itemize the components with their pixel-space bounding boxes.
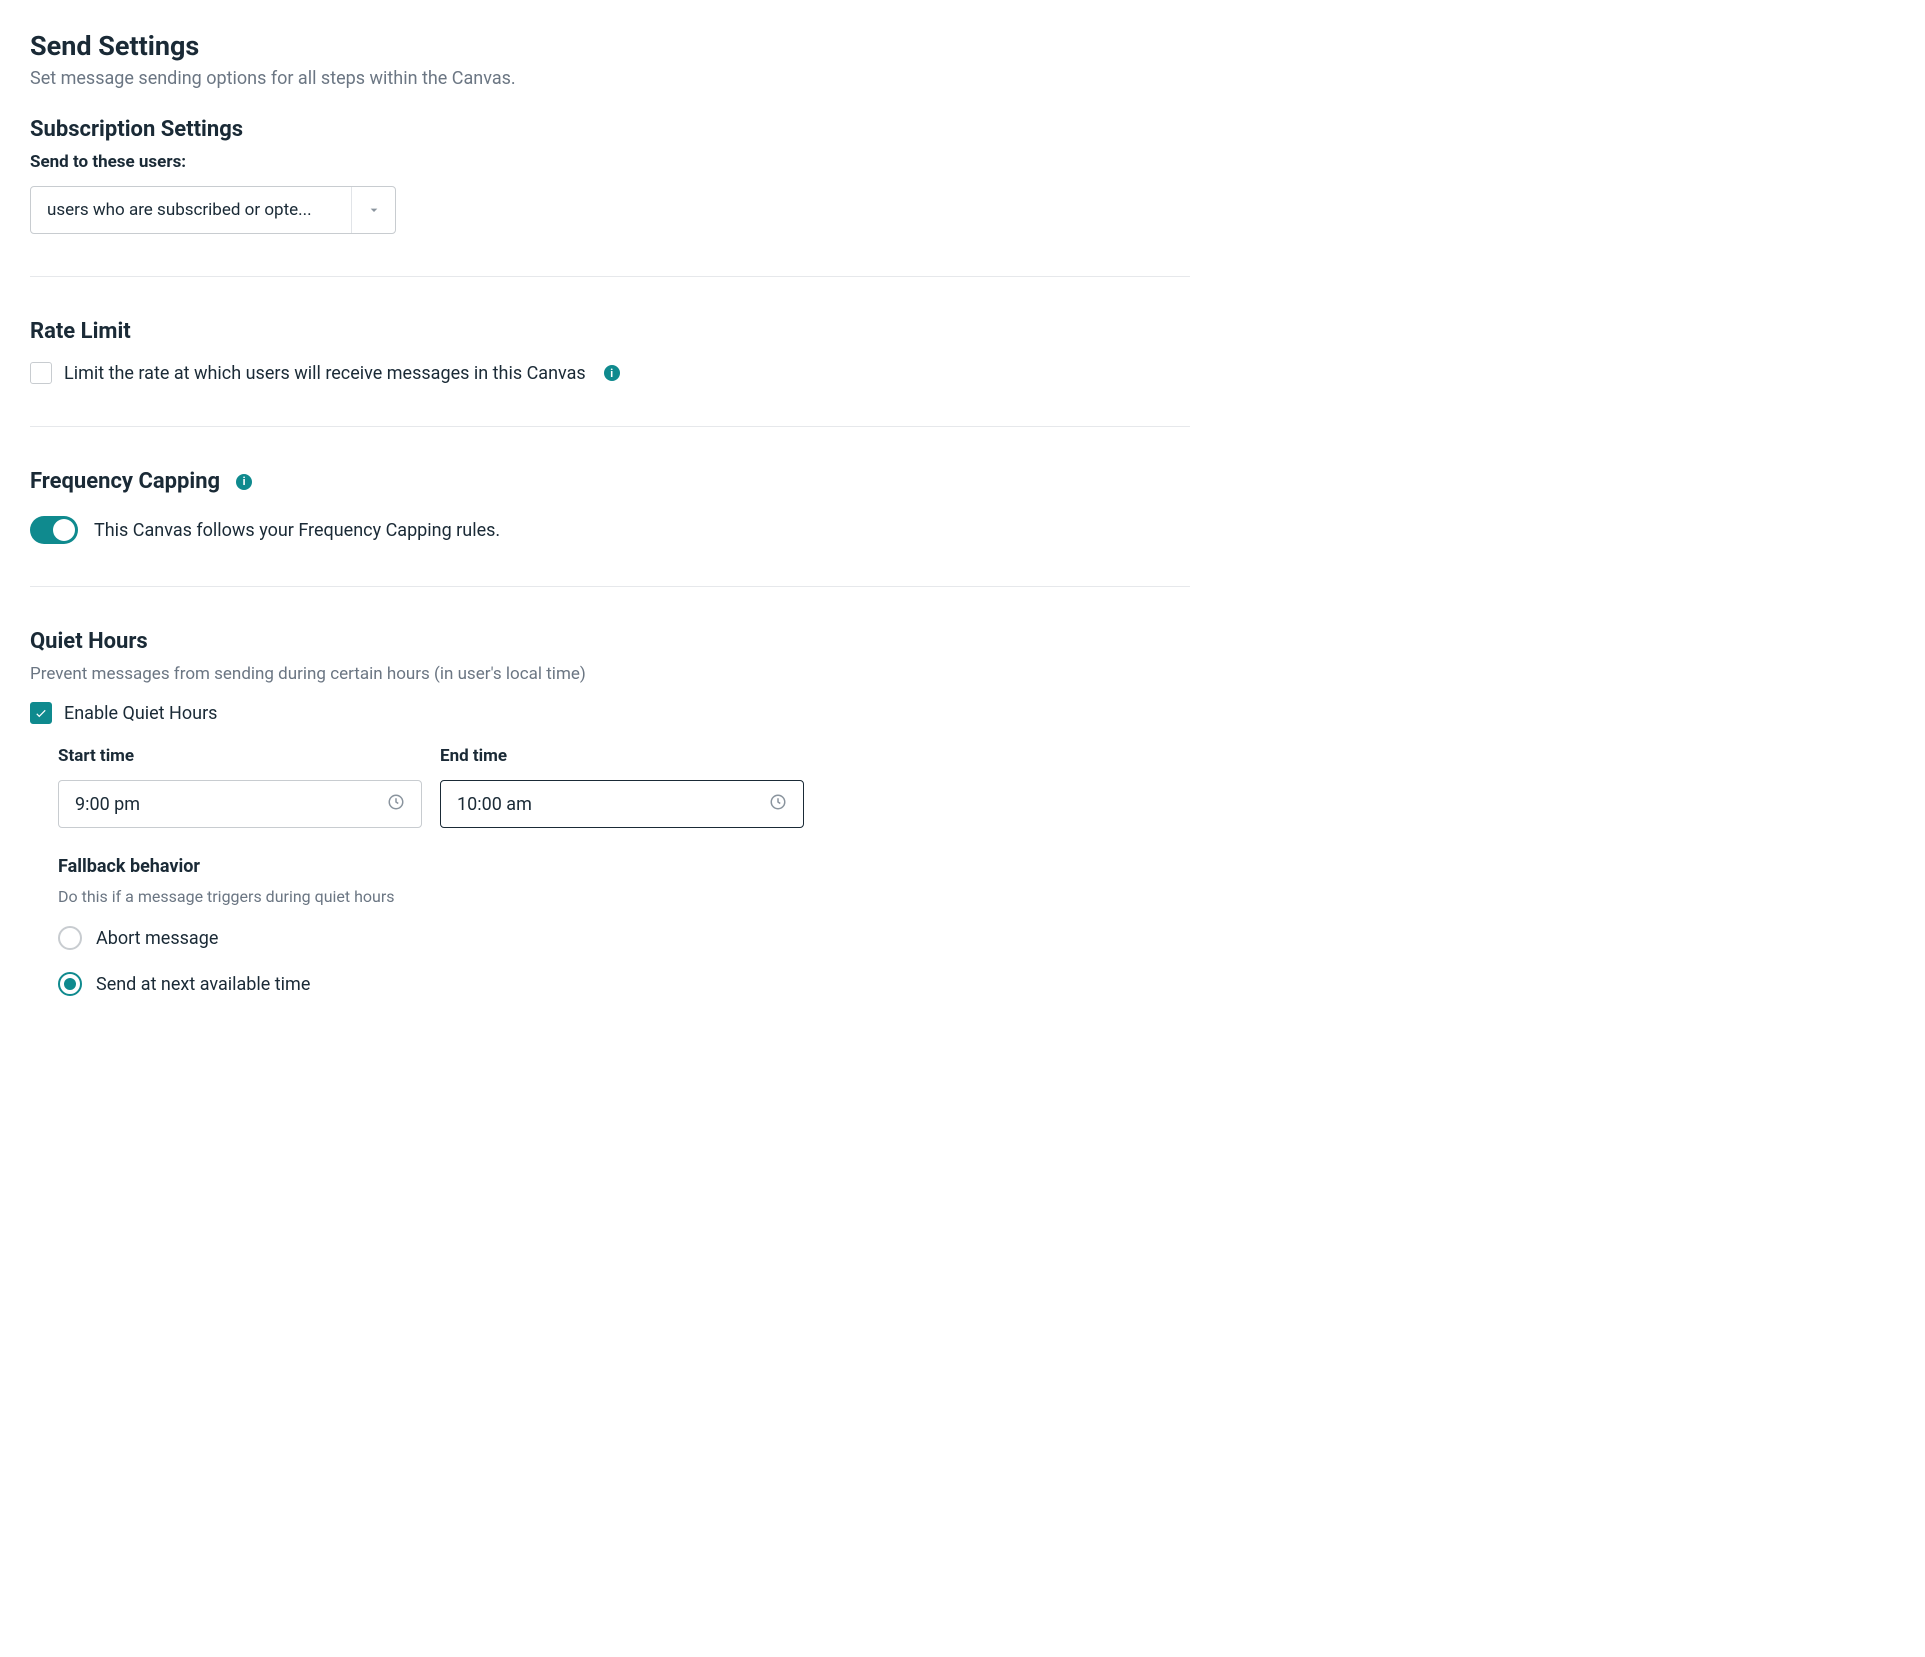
- subscription-heading: Subscription Settings: [30, 117, 1190, 142]
- rate-limit-label[interactable]: Limit the rate at which users will recei…: [64, 363, 586, 384]
- send-to-users-select[interactable]: users who are subscribed or opte...: [30, 186, 396, 234]
- quiet-hours-subtitle: Prevent messages from sending during cer…: [30, 664, 1190, 684]
- divider: [30, 586, 1190, 587]
- divider: [30, 276, 1190, 277]
- radio-button[interactable]: [58, 972, 82, 996]
- fallback-send-next-label: Send at next available time: [96, 974, 310, 995]
- clock-icon: [769, 793, 787, 816]
- frequency-capping-heading: Frequency Capping: [30, 469, 220, 494]
- radio-button[interactable]: [58, 926, 82, 950]
- rate-limit-checkbox[interactable]: [30, 362, 52, 384]
- start-time-value: 9:00 pm: [75, 794, 140, 815]
- start-time-input[interactable]: 9:00 pm: [58, 780, 422, 828]
- send-to-users-label: Send to these users:: [30, 152, 1190, 172]
- quiet-hours-heading: Quiet Hours: [30, 629, 1190, 654]
- end-time-label: End time: [440, 746, 804, 766]
- fallback-abort-label: Abort message: [96, 928, 218, 949]
- clock-icon: [387, 793, 405, 816]
- frequency-capping-text: This Canvas follows your Frequency Cappi…: [94, 520, 500, 541]
- divider: [30, 426, 1190, 427]
- send-to-users-value: users who are subscribed or opte...: [31, 187, 351, 233]
- fallback-behavior-heading: Fallback behavior: [58, 856, 1190, 877]
- frequency-capping-toggle[interactable]: [30, 516, 78, 544]
- enable-quiet-hours-checkbox[interactable]: [30, 702, 52, 724]
- end-time-value: 10:00 am: [457, 794, 532, 815]
- enable-quiet-hours-label[interactable]: Enable Quiet Hours: [64, 703, 217, 724]
- chevron-down-icon: [351, 187, 395, 233]
- rate-limit-heading: Rate Limit: [30, 319, 1190, 344]
- fallback-send-next-option[interactable]: Send at next available time: [58, 972, 1190, 996]
- fallback-behavior-subtitle: Do this if a message triggers during qui…: [58, 887, 1190, 906]
- info-icon[interactable]: i: [604, 365, 620, 381]
- page-subtitle: Set message sending options for all step…: [30, 68, 1190, 89]
- end-time-input[interactable]: 10:00 am: [440, 780, 804, 828]
- fallback-abort-option[interactable]: Abort message: [58, 926, 1190, 950]
- page-title: Send Settings: [30, 30, 1190, 62]
- start-time-label: Start time: [58, 746, 422, 766]
- info-icon[interactable]: i: [236, 474, 252, 490]
